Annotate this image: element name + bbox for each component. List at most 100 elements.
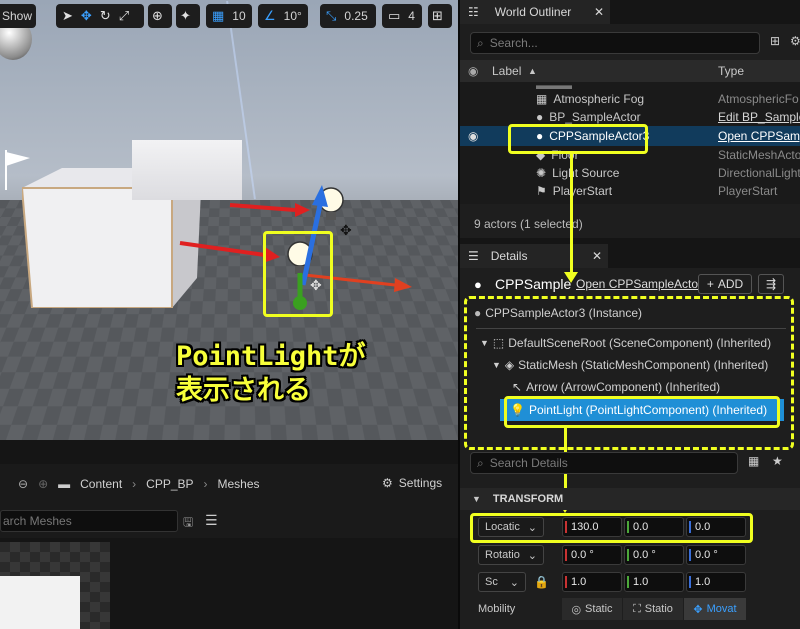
outliner-search-input[interactable]: ⌕ Search... bbox=[470, 32, 760, 54]
scale-mode-icon[interactable]: ⤢ bbox=[119, 8, 129, 24]
path-meshes[interactable]: Meshes bbox=[218, 477, 260, 491]
sort-ascending-icon: ▲ bbox=[528, 66, 537, 76]
outliner-row-light-source[interactable]: ✺ Light Source DirectionalLight bbox=[460, 164, 800, 183]
scale-y-input[interactable]: 1.0 bbox=[624, 572, 684, 592]
show-label: Show bbox=[2, 9, 33, 23]
grid-snap-button[interactable]: ▦ 10 bbox=[206, 4, 252, 28]
scale-snap-button[interactable]: ⤡ 0.25 bbox=[320, 4, 376, 28]
viewport-bottom-gap bbox=[0, 440, 458, 464]
outliner-icon: ☷ bbox=[468, 5, 479, 19]
point-light-highlight-box bbox=[263, 231, 333, 317]
chevron-down-icon: ⌄ bbox=[509, 576, 519, 589]
movable-icon: ✥ bbox=[693, 603, 703, 616]
angle-icon: ∠ bbox=[264, 8, 276, 23]
rotation-y-input[interactable]: 0.0 ° bbox=[624, 545, 684, 565]
visibility-eye-icon[interactable]: ◉ bbox=[468, 129, 478, 143]
rotation-x-input[interactable]: 0.0 ° bbox=[562, 545, 622, 565]
level-viewport[interactable]: ✥ ✥ PointLightが 表示される Show ➤ ✥ ↻ ⤢ ⊕ ✦ ▦ bbox=[0, 0, 458, 440]
camera-icon: ▭ bbox=[388, 8, 401, 23]
open-cpp-source-link[interactable]: Open CPPSampleActor bbox=[576, 277, 698, 291]
rotation-snap-button[interactable]: ∠ 10° bbox=[258, 4, 308, 28]
blueprint-button[interactable]: ⇶ bbox=[758, 274, 784, 294]
add-component-button[interactable]: + ADD bbox=[698, 274, 752, 294]
scale-dropdown[interactable]: Sc ⌄ bbox=[478, 572, 526, 592]
row-type: AtmosphericFo bbox=[718, 92, 799, 107]
panel-splitter[interactable] bbox=[458, 0, 460, 629]
outliner-tab-strip bbox=[610, 0, 800, 24]
settings-button[interactable]: ⚙ Settings bbox=[382, 476, 442, 490]
transform-tools-group: ➤ ✥ ↻ ⤢ bbox=[56, 4, 144, 28]
scale-label: Sc bbox=[485, 576, 498, 588]
details-search-placeholder: Search Details bbox=[489, 456, 568, 470]
add-folder-icon[interactable]: ⊞ bbox=[770, 34, 780, 48]
actor-sphere-icon: ● bbox=[536, 110, 544, 125]
camera-speed-button[interactable]: ▭ 4 bbox=[382, 4, 422, 28]
stationary-icon: ⛶ bbox=[633, 602, 641, 615]
details-actor-header: ● CPPSample Open CPPSampleActor + ADD ⇶ bbox=[460, 270, 800, 298]
history-back-icon[interactable]: ⊖ bbox=[18, 477, 28, 491]
scale-row: Sc ⌄ 🔒 1.0 1.0 1.0 bbox=[460, 569, 800, 596]
rotation-row: Rotatio ⌄ 0.0 ° 0.0 ° 0.0 ° bbox=[460, 542, 800, 569]
show-menu-button[interactable]: Show bbox=[0, 4, 36, 28]
table-view-icon[interactable]: ▦ bbox=[748, 454, 759, 468]
rotation-z-input[interactable]: 0.0 ° bbox=[686, 545, 746, 565]
path-separator: › bbox=[132, 477, 137, 491]
mobility-movable-option[interactable]: ✥ Movat bbox=[684, 598, 746, 620]
row-label: Atmospheric Fog bbox=[553, 92, 645, 107]
outliner-row-atmospheric-fog[interactable]: ▦ Atmospheric Fog AtmosphericFo bbox=[460, 90, 800, 109]
scale-x-input[interactable]: 1.0 bbox=[562, 572, 622, 592]
edit-blueprint-link[interactable]: Edit BP_Sample bbox=[718, 110, 800, 124]
close-icon[interactable]: ✕ bbox=[592, 249, 602, 263]
annotation-line-2: 表示される bbox=[176, 375, 311, 406]
outliner-row-highlight bbox=[508, 124, 648, 154]
path-content[interactable]: Content bbox=[80, 477, 122, 491]
mobility-stationary-option[interactable]: ⛶ Statio bbox=[623, 598, 683, 620]
lock-icon[interactable]: 🔒 bbox=[534, 575, 549, 589]
path-cpp-bp[interactable]: CPP_BP bbox=[146, 477, 193, 491]
svg-text:✥: ✥ bbox=[340, 222, 352, 238]
world-outliner-tab[interactable]: ☷ World Outliner ✕ bbox=[460, 0, 610, 24]
close-icon[interactable]: ✕ bbox=[594, 5, 604, 19]
settings-icon[interactable]: ⚙ bbox=[790, 34, 800, 48]
player-start-flag-icon bbox=[2, 150, 32, 190]
rotation-snap-value: 10° bbox=[283, 9, 302, 23]
camera-speed-value: 4 bbox=[408, 9, 415, 23]
plus-icon: + bbox=[706, 277, 714, 291]
outliner-status: 9 actors (1 selected) bbox=[474, 217, 583, 231]
player-start-icon: ⚑ bbox=[536, 184, 547, 199]
actor-name-field[interactable]: CPPSample bbox=[495, 276, 571, 292]
filter-icon[interactable]: ☰ bbox=[205, 512, 218, 529]
rotate-mode-icon[interactable]: ↻ bbox=[100, 8, 111, 24]
favorite-star-icon[interactable]: ★ bbox=[772, 454, 783, 468]
mobility-static-option[interactable]: ◎ Static bbox=[562, 598, 622, 620]
surface-snap-toggle[interactable]: ✦ bbox=[176, 4, 200, 28]
outliner-row-playerstart[interactable]: ⚑ PlayerStart PlayerStart bbox=[460, 182, 800, 201]
details-search-input[interactable]: ⌕ Search Details bbox=[470, 452, 738, 474]
type-column-header[interactable]: Type bbox=[718, 64, 744, 78]
content-browser: ⊖ ⊕ ▬ Content › CPP_BP › Meshes ⚙ Settin… bbox=[0, 464, 458, 629]
gear-icon: ⚙ bbox=[382, 476, 393, 490]
history-forward-icon[interactable]: ⊕ bbox=[38, 477, 48, 491]
annotation-arrowhead-1 bbox=[564, 272, 578, 283]
details-tab[interactable]: ☰ Details ✕ bbox=[460, 244, 608, 268]
open-cpp-link[interactable]: Open CPPSamp bbox=[718, 129, 800, 143]
asset-thumbnail[interactable] bbox=[0, 542, 110, 629]
asset-thumbnail-cube bbox=[0, 576, 80, 629]
details-tab-title: Details bbox=[490, 249, 528, 263]
world-local-toggle[interactable]: ⊕ bbox=[148, 4, 172, 28]
translate-mode-icon[interactable]: ✥ bbox=[81, 8, 92, 24]
select-mode-icon[interactable]: ➤ bbox=[62, 8, 73, 24]
save-search-icon[interactable]: 🖫 bbox=[183, 513, 193, 534]
content-search-input[interactable]: arch Meshes bbox=[0, 510, 178, 532]
transform-section-header[interactable]: ▼ TRANSFORM bbox=[460, 488, 800, 510]
scale-z-input[interactable]: 1.0 bbox=[686, 572, 746, 592]
row-type: PlayerStart bbox=[718, 184, 778, 199]
viewport-layout-button[interactable]: ⊞ bbox=[428, 4, 452, 28]
rotation-dropdown[interactable]: Rotatio ⌄ bbox=[478, 545, 544, 565]
label-column-header[interactable]: Label bbox=[492, 64, 521, 78]
chevron-down-icon: ▼ bbox=[472, 494, 481, 504]
actor-sphere-icon: ● bbox=[474, 276, 482, 292]
details-icon: ☰ bbox=[468, 249, 479, 263]
directional-light-icon: ✺ bbox=[536, 166, 547, 181]
row-label: Light Source bbox=[552, 166, 620, 181]
